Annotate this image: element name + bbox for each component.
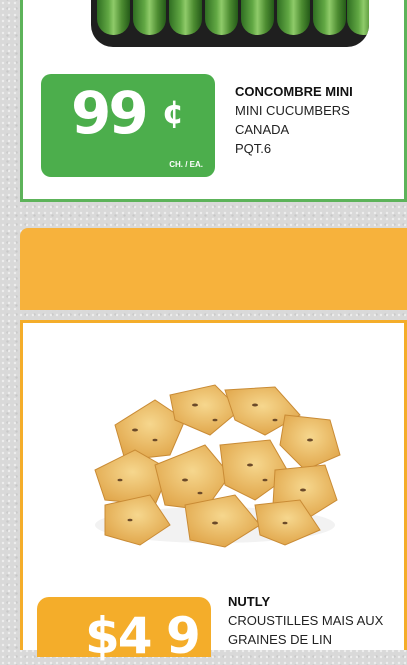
price-badge-crackers: $4 9 — [37, 597, 211, 661]
price-badge: 99 ¢ CH. / EA. — [41, 74, 215, 177]
product-info-crackers: NUTLY CROUSTILLES MAIS AUX GRAINES DE LI… — [228, 592, 398, 649]
price-value: $4 9 — [85, 607, 201, 665]
product-desc-line1: CROUSTILLES MAIS AUX — [228, 613, 384, 628]
cucumber-tray-image — [91, 0, 369, 47]
product-name: NUTLY — [228, 594, 271, 609]
product-origin: CANADA — [235, 122, 290, 137]
crackers-image — [94, 384, 341, 548]
product-name: CONCOMBRE MINI — [235, 84, 353, 99]
product-name-en: MINI CUCUMBERS — [235, 103, 350, 118]
section-banner — [20, 228, 407, 310]
price-value: 99 — [71, 79, 149, 147]
product-info: CONCOMBRE MINI MINI CUCUMBERS CANADA PQT… — [235, 82, 353, 158]
price-cent-symbol: ¢ — [162, 93, 185, 131]
product-quantity: PQT.6 — [235, 141, 272, 156]
price-unit: CH. / EA. — [169, 160, 203, 169]
